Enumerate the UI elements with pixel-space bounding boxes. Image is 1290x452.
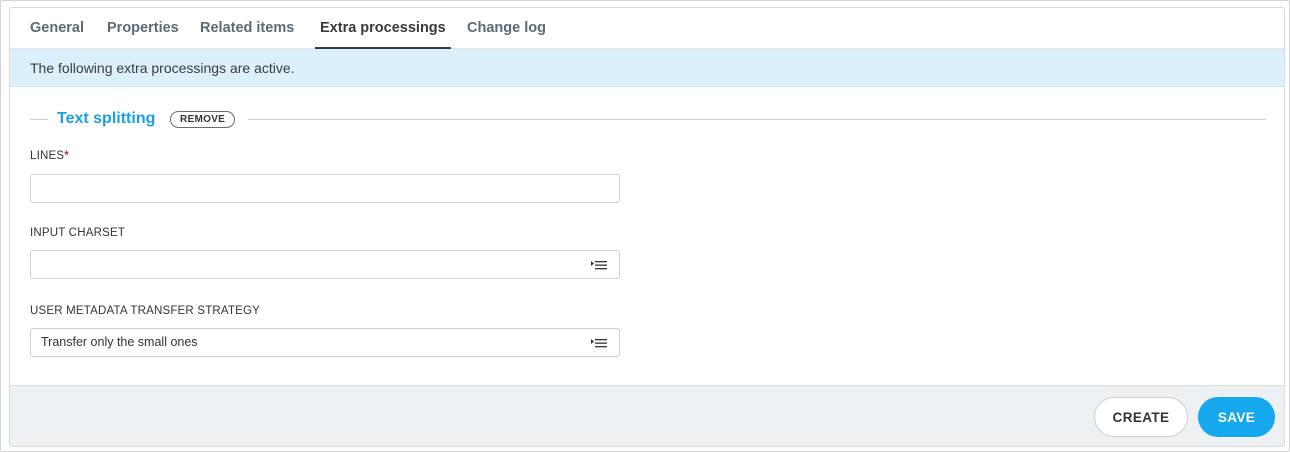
required-mark: *: [64, 150, 69, 162]
info-banner: The following extra processings are acti…: [10, 49, 1284, 87]
lines-input[interactable]: [30, 174, 620, 203]
select-list-icon[interactable]: [591, 260, 607, 270]
section-divider-right: [248, 119, 1266, 120]
metadata-strategy-value: Transfer only the small ones: [41, 335, 198, 349]
tab-bar: General Properties Related items Extra p…: [10, 8, 1284, 49]
lines-label-text: LINES: [30, 150, 65, 162]
action-footer: CREATE SAVE: [10, 385, 1284, 446]
remove-button[interactable]: REMOVE: [170, 111, 236, 128]
select-list-icon[interactable]: [591, 338, 607, 348]
tab-change-log[interactable]: Change log: [467, 8, 546, 49]
metadata-strategy-select[interactable]: Transfer only the small ones: [30, 328, 620, 357]
section-header: Text splitting REMOVE: [30, 108, 1266, 130]
section-divider-left: [30, 119, 48, 120]
input-charset-select[interactable]: [30, 250, 620, 279]
form-panel: General Properties Related items Extra p…: [9, 7, 1285, 447]
tab-extra-processings[interactable]: Extra processings: [315, 8, 451, 49]
tab-general[interactable]: General: [30, 8, 84, 49]
tab-properties[interactable]: Properties: [107, 8, 179, 49]
lines-label: LINES*: [30, 150, 69, 162]
metadata-strategy-label: USER METADATA TRANSFER STRATEGY: [30, 305, 261, 317]
save-button[interactable]: SAVE: [1198, 397, 1275, 437]
tab-related-items[interactable]: Related items: [200, 8, 294, 49]
input-charset-label: INPUT CHARSET: [30, 227, 126, 239]
window-frame: General Properties Related items Extra p…: [0, 0, 1290, 452]
section-title: Text splitting: [57, 110, 156, 127]
create-button[interactable]: CREATE: [1094, 397, 1188, 437]
